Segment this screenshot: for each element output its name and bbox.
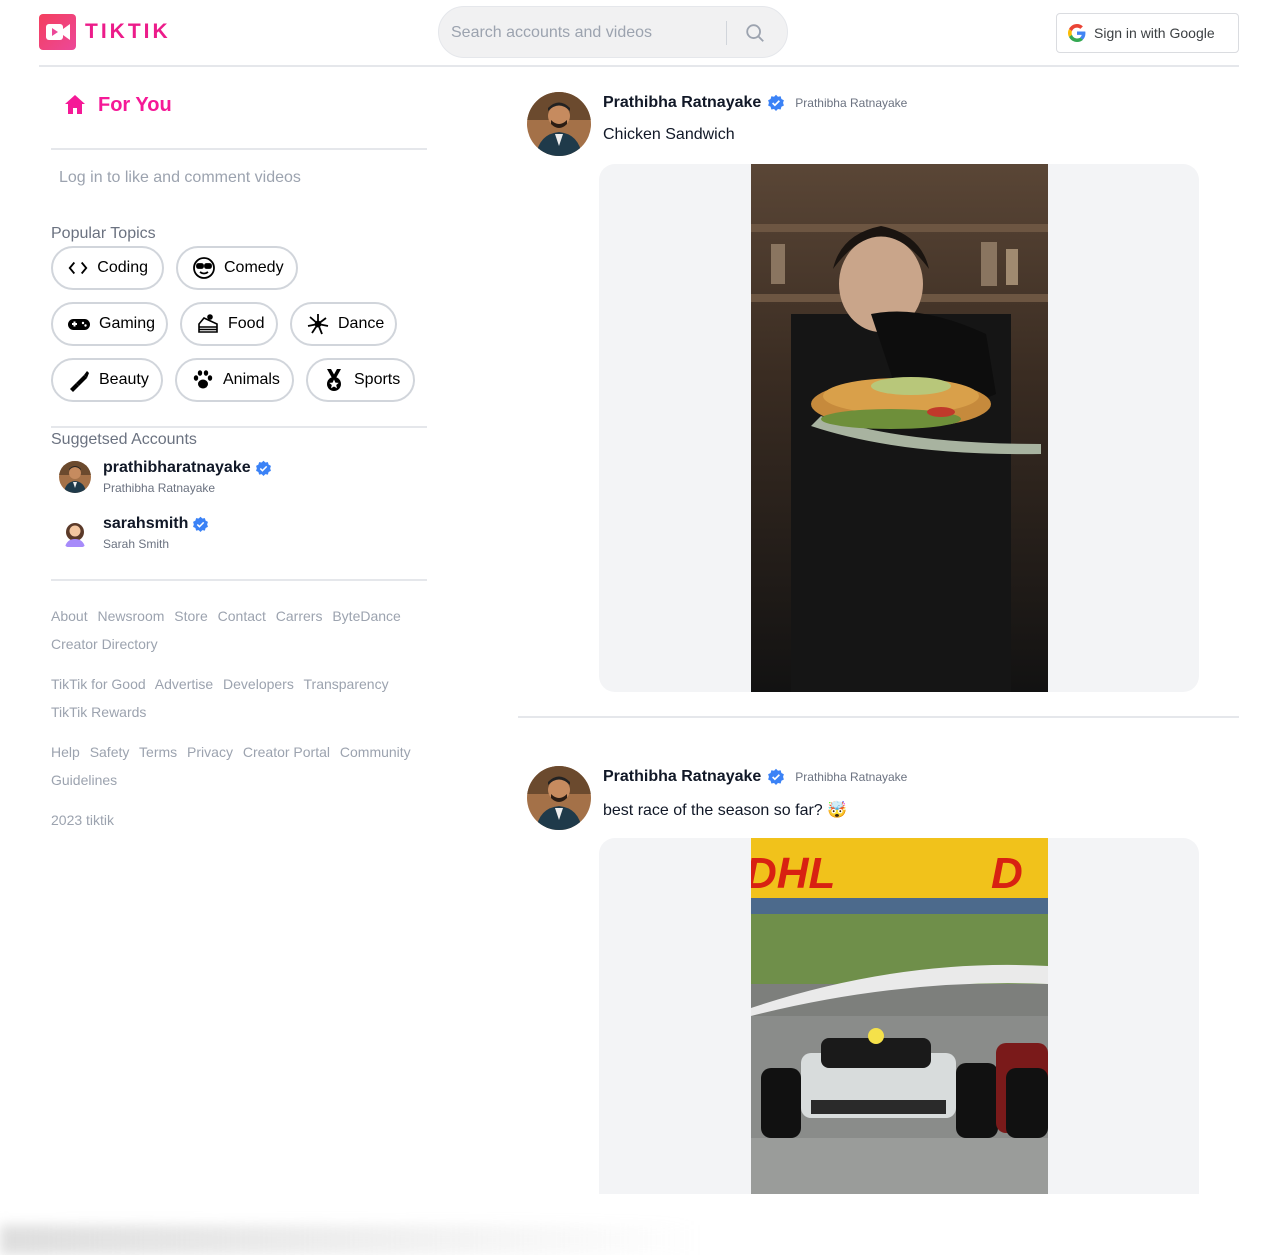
home-icon <box>65 95 85 114</box>
copyright: 2023 tiktik <box>51 812 115 828</box>
topic-gaming[interactable]: Gaming <box>51 302 168 346</box>
svg-text:DHL: DHL <box>751 849 835 898</box>
topic-label: Animals <box>223 371 280 388</box>
google-icon <box>1068 24 1086 42</box>
footer-link-carrers[interactable]: Carrers <box>276 608 323 624</box>
account-username: prathibharatnayake <box>103 459 251 476</box>
search-icon <box>746 24 764 42</box>
nav-for-you-label: For You <box>98 93 172 116</box>
google-signin-button[interactable]: Sign in with Google <box>1056 13 1239 53</box>
sidebar-divider <box>51 426 427 428</box>
video-player[interactable]: DHL D <box>751 838 1048 1194</box>
topic-sports[interactable]: Sports <box>306 358 415 402</box>
footer-link-help[interactable]: Help <box>51 744 80 760</box>
footer-link-tiktik-for-good[interactable]: TikTik for Good <box>51 676 146 692</box>
post-username[interactable]: Prathibha Ratnayake <box>603 768 761 786</box>
footer-link-creator-directory[interactable]: Creator Directory <box>51 636 158 652</box>
video-player[interactable] <box>751 164 1048 692</box>
post-header: Prathibha Ratnayake Prathibha Ratnayake <box>603 94 907 112</box>
suggested-accounts-title: Suggetsed Accounts <box>51 431 197 448</box>
account-display-name: Sarah Smith <box>103 537 170 551</box>
topic-animals[interactable]: Animals <box>175 358 294 402</box>
suggested-account[interactable]: sarahsmith Sarah Smith <box>59 515 209 551</box>
verified-icon <box>768 768 785 785</box>
bottom-shadow <box>0 1225 700 1255</box>
signin-label: Sign in with Google <box>1094 25 1215 41</box>
footer-link-safety[interactable]: Safety <box>90 744 130 760</box>
svg-text:D: D <box>991 849 1023 898</box>
cake-icon <box>196 312 220 336</box>
topic-label: Gaming <box>99 315 156 332</box>
topic-label: Dance <box>338 315 385 332</box>
footer-link-transparency[interactable]: Transparency <box>304 676 389 692</box>
topic-coding[interactable]: Coding <box>51 246 164 290</box>
verified-icon <box>255 460 271 476</box>
footer-link-privacy[interactable]: Privacy <box>187 744 233 760</box>
avatar <box>59 461 91 493</box>
top-navbar: TIKTIK Sign in with Google <box>39 0 1239 67</box>
topic-label: Food <box>228 315 265 332</box>
topic-label: Beauty <box>99 371 149 388</box>
topic-dance[interactable]: Dance <box>290 302 397 346</box>
footer-link-terms[interactable]: Terms <box>139 744 177 760</box>
search-input[interactable] <box>451 20 721 46</box>
post-caption: best race of the season so far? 🤯 <box>603 802 848 819</box>
footer-link-newsroom[interactable]: Newsroom <box>97 608 164 624</box>
footer-links-programs: TikTik for Good Advertise Developers Tra… <box>51 670 427 726</box>
video-card <box>599 164 1199 692</box>
popular-topics-title: Popular Topics <box>51 225 156 242</box>
footer-link-tiktik-rewards[interactable]: TikTik Rewards <box>51 704 146 720</box>
post-username[interactable]: Prathibha Ratnayake <box>603 94 761 112</box>
topic-beauty[interactable]: Beauty <box>51 358 163 402</box>
footer-link-store[interactable]: Store <box>174 608 207 624</box>
sunglasses-face-icon <box>192 256 216 280</box>
suggested-account[interactable]: prathibharatnayake Prathibha Ratnayake <box>59 459 272 495</box>
verified-icon <box>768 94 785 111</box>
sidebar-divider <box>51 148 427 150</box>
account-display-name: Prathibha Ratnayake <box>103 481 216 495</box>
footer-link-contact[interactable]: Contact <box>218 608 266 624</box>
logo-icon <box>39 14 76 50</box>
lipstick-icon <box>67 368 91 392</box>
code-icon <box>67 256 89 280</box>
topic-food[interactable]: Food <box>180 302 278 346</box>
gamepad-icon <box>67 312 91 336</box>
post-display-name: Prathibha Ratnayake <box>795 770 908 784</box>
footer-link-bytedance[interactable]: ByteDance <box>332 608 400 624</box>
post-caption: Chicken Sandwich <box>603 126 735 143</box>
footer-link-developers[interactable]: Developers <box>223 676 294 692</box>
topic-label: Sports <box>354 371 401 388</box>
video-post: Prathibha Ratnayake Prathibha Ratnayake … <box>527 92 1239 692</box>
paw-icon <box>191 368 215 392</box>
avatar[interactable] <box>527 92 591 156</box>
medal-icon <box>322 368 346 392</box>
post-display-name: Prathibha Ratnayake <box>795 96 908 110</box>
logo-text: TIKTIK <box>85 20 171 43</box>
verified-icon <box>193 516 209 532</box>
video-post: Prathibha Ratnayake Prathibha Ratnayake … <box>527 766 1239 1196</box>
nav-for-you[interactable]: For You <box>63 93 172 117</box>
footer-links-legal: Help Safety Terms Privacy Creator Portal… <box>51 738 427 794</box>
search-divider <box>726 21 727 45</box>
footer-link-creator-portal[interactable]: Creator Portal <box>243 744 330 760</box>
footer-links-company: About Newsroom Store Contact Carrers Byt… <box>51 602 427 658</box>
sidebar-divider <box>51 579 427 581</box>
footer-link-advertise[interactable]: Advertise <box>155 676 213 692</box>
topic-label: Coding <box>97 259 148 276</box>
logo[interactable]: TIKTIK <box>39 14 171 50</box>
account-username: sarahsmith <box>103 515 189 532</box>
post-header: Prathibha Ratnayake Prathibha Ratnayake <box>603 768 907 786</box>
footer-link-about[interactable]: About <box>51 608 88 624</box>
topic-label: Comedy <box>224 259 284 276</box>
video-card: DHL D <box>599 838 1199 1194</box>
search-bar <box>438 6 788 58</box>
avatar <box>59 517 91 549</box>
search-button[interactable] <box>735 18 775 48</box>
topic-comedy[interactable]: Comedy <box>176 246 298 290</box>
spiral-icon <box>306 312 330 336</box>
feed-divider <box>518 716 1239 718</box>
login-note: Log in to like and comment videos <box>59 169 301 186</box>
avatar[interactable] <box>527 766 591 830</box>
